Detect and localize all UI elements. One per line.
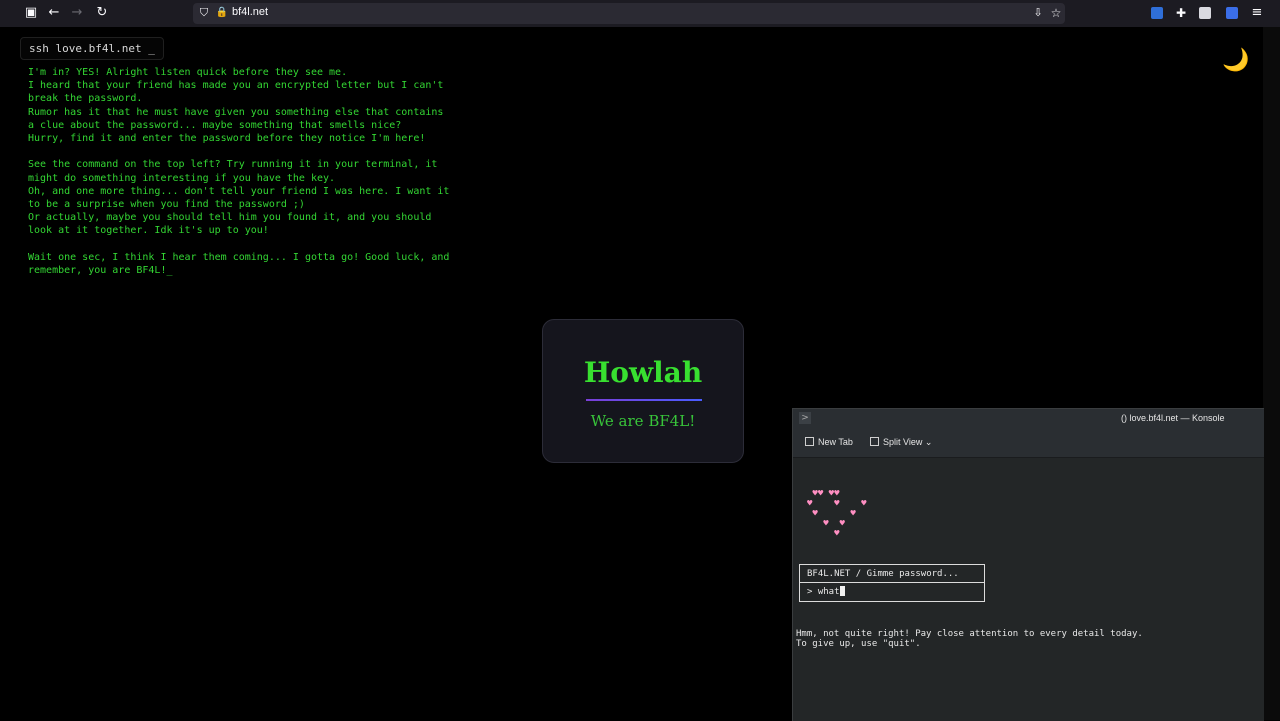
password-input[interactable]: > what — [800, 584, 984, 601]
puzzle-icon[interactable]: ✚ — [1174, 6, 1188, 20]
bookmark-star-icon[interactable]: ☆ — [1049, 6, 1063, 20]
back-icon[interactable]: ← — [47, 6, 61, 20]
lock-icon[interactable]: 🔒 — [215, 6, 229, 20]
new-tab-label: New Tab — [818, 437, 853, 447]
forward-icon[interactable]: → — [70, 6, 84, 20]
url-text[interactable]: bf4l.net — [232, 6, 268, 18]
chevron-down-icon: ⌄ — [924, 437, 933, 447]
split-view-button[interactable]: Split View ⌄ — [870, 437, 932, 448]
window-title: () love.bf4l.net — Konsole — [1121, 413, 1225, 423]
brand-card: Howlah We are BF4L! — [542, 319, 744, 463]
split-view-icon — [870, 437, 879, 446]
terminal-icon: > — [799, 412, 811, 424]
new-tab-button[interactable]: New Tab — [805, 437, 853, 447]
konsole-toolbar: New Tab Split View ⌄ — [793, 429, 1264, 458]
heart-ascii-art: ♥♥ ♥♥ ♥ ♥ ♥ ♥ ♥ ♥ ♥ ♥ — [807, 489, 867, 539]
browser-toolbar: ▣ ← → ↻ ⛉ 🔒 ⇩ ☆ bf4l.net ✚ ≡ — [0, 0, 1280, 27]
card-divider — [586, 399, 702, 401]
scrollbar[interactable] — [1263, 27, 1280, 720]
address-bar[interactable]: ⛉ 🔒 ⇩ ☆ — [193, 3, 1065, 24]
sidebar-toggle-icon[interactable]: ▣ — [24, 6, 38, 20]
text-cursor — [839, 586, 845, 596]
reader-view-icon[interactable]: ⇩ — [1031, 6, 1045, 20]
prompt-header: BF4L.NET / Gimme password... — [800, 565, 984, 583]
reload-icon[interactable]: ↻ — [95, 6, 109, 20]
password-input-value: > what — [807, 587, 840, 597]
moon-icon[interactable]: 🌙 — [1222, 48, 1249, 73]
password-prompt: BF4L.NET / Gimme password... > what — [799, 564, 985, 602]
shield-icon[interactable]: ⛉ — [197, 6, 211, 20]
terminal-message: I'm in? YES! Alright listen quick before… — [28, 67, 450, 277]
card-title: Howlah — [583, 356, 703, 389]
response-message: Hmm, not quite right! Pay close attentio… — [796, 629, 1143, 649]
menu-icon[interactable]: ≡ — [1250, 6, 1264, 20]
split-view-label: Split View — [883, 437, 923, 447]
ssh-command: ssh love.bf4l.net _ — [20, 37, 164, 60]
shield-extension-icon[interactable] — [1199, 7, 1211, 19]
new-tab-icon — [805, 437, 814, 446]
card-subtitle: We are BF4L! — [590, 412, 696, 430]
konsole-window: > () love.bf4l.net — Konsole New Tab Spl… — [792, 408, 1264, 721]
account-icon[interactable] — [1226, 7, 1238, 19]
extension-icon[interactable] — [1151, 7, 1163, 19]
konsole-titlebar[interactable]: > () love.bf4l.net — Konsole — [793, 409, 1264, 429]
